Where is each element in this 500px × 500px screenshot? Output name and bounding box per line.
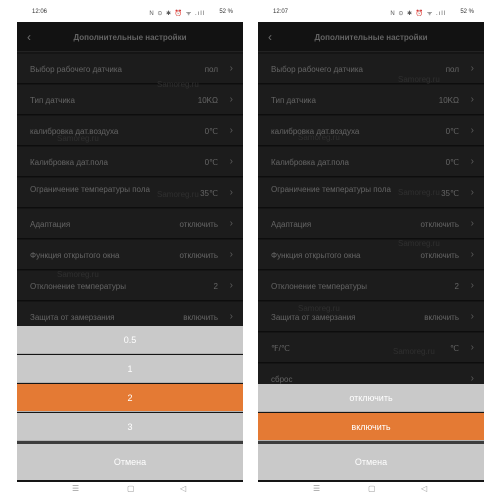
battery-level: 52 % [460, 9, 474, 15]
phone-screen-right: 12:07 N ⊙ ✱ ⏰ ᯤ .ıll 52 % ‹ Дополнительн… [258, 0, 484, 500]
back-icon[interactable]: ◁ [421, 484, 427, 493]
status-bar: 12:07 N ⊙ ✱ ⏰ ᯤ .ıll 52 % [258, 0, 484, 22]
status-bar: 12:06 N ⊙ ✱ ⏰ ᯤ .ıll 52 % [17, 0, 243, 22]
back-icon[interactable]: ◁ [180, 484, 186, 493]
option-1[interactable]: 1 [17, 355, 243, 383]
cancel-button[interactable]: Отмена [17, 444, 243, 480]
status-icons: N ⊙ ✱ ⏰ ᯤ .ıll [390, 11, 446, 17]
phone-screen-left: 12:06 N ⊙ ✱ ⏰ ᯤ .ıll 52 % ‹ Дополнительн… [17, 0, 243, 500]
option-enable-selected[interactable]: включить [258, 413, 484, 441]
status-time: 12:06 [32, 9, 48, 15]
option-2-selected[interactable]: 2 [17, 384, 243, 412]
home-icon[interactable]: ▢ [127, 484, 135, 493]
menu-icon[interactable]: ☰ [72, 484, 79, 493]
system-nav-bar: ☰ ▢ ◁ [258, 482, 484, 500]
option-3[interactable]: 3 [17, 413, 243, 441]
status-time: 12:07 [273, 9, 289, 15]
battery-level: 52 % [219, 9, 233, 15]
status-icons: N ⊙ ✱ ⏰ ᯤ .ıll [149, 11, 205, 17]
menu-icon[interactable]: ☰ [313, 484, 320, 493]
option-0-5[interactable]: 0.5 [17, 326, 243, 354]
home-icon[interactable]: ▢ [368, 484, 376, 493]
system-nav-bar: ☰ ▢ ◁ [17, 482, 243, 500]
option-disable[interactable]: отключить [258, 384, 484, 412]
cancel-button[interactable]: Отмена [258, 444, 484, 480]
